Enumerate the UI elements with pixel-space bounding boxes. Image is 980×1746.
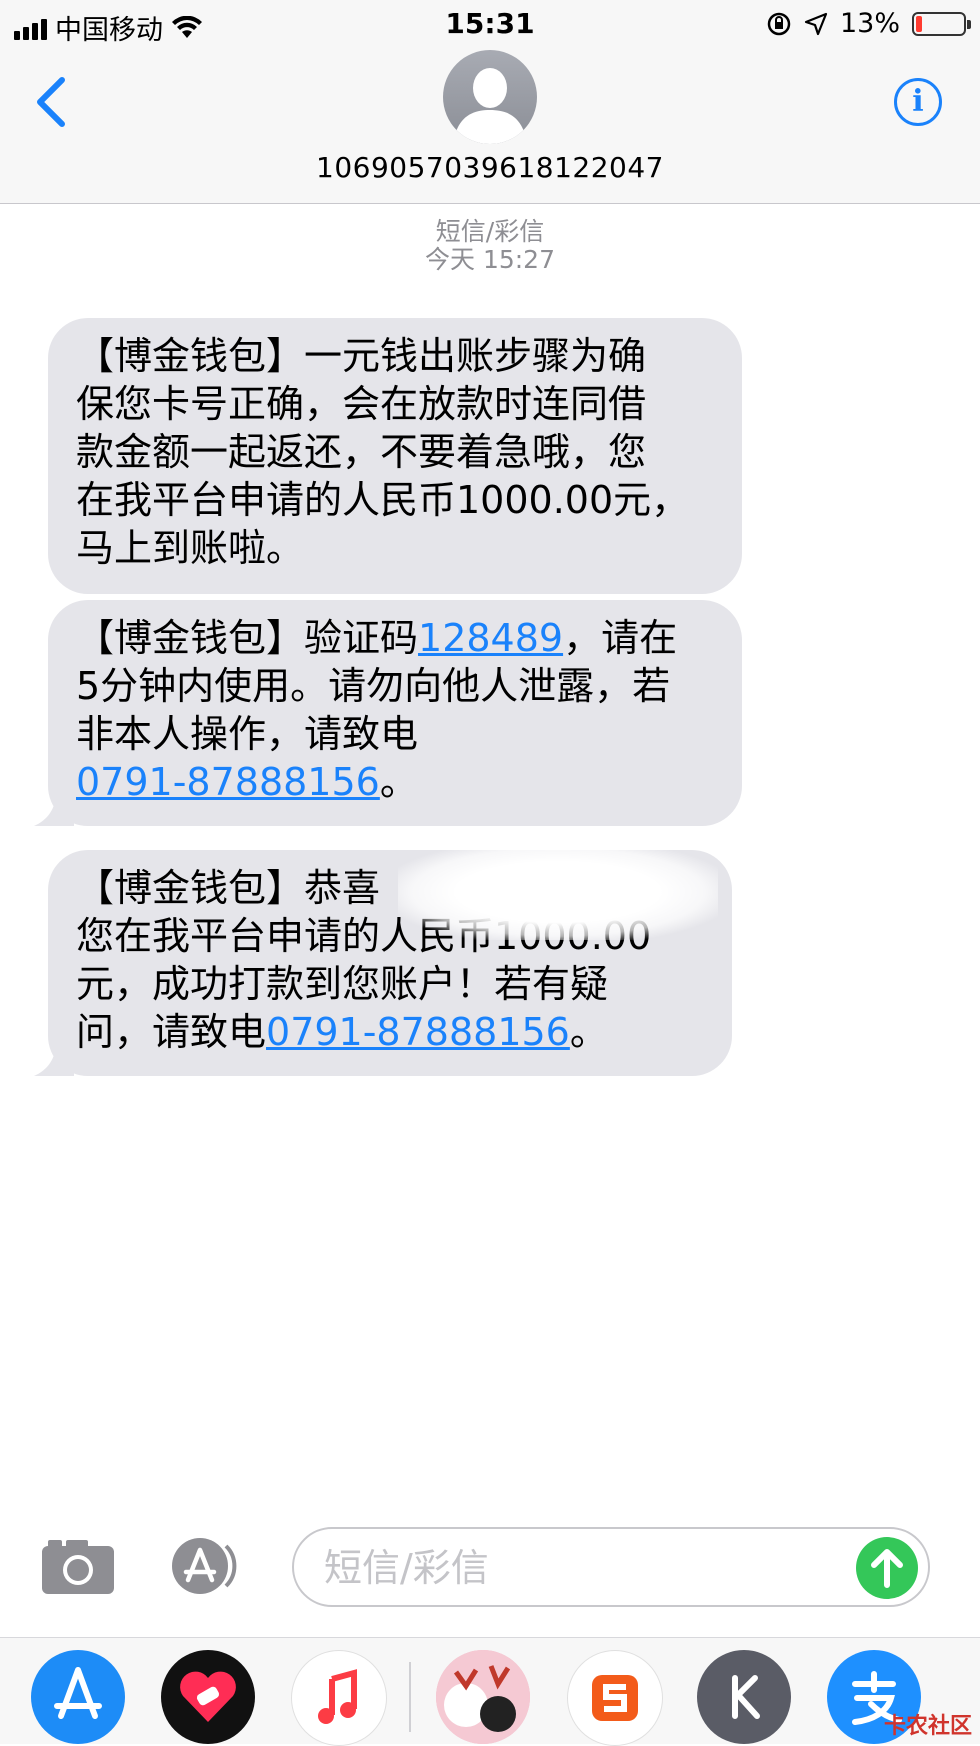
sticker-app-icon[interactable] bbox=[436, 1650, 530, 1744]
status-bar: 中国移动 15:31 13% bbox=[0, 0, 980, 50]
message-bubble[interactable]: 【博金钱包】恭喜 您在我平台申请的人民币1000.00 元，成功打款到您账户！若… bbox=[34, 844, 732, 1076]
conversation-header: 1069057039618122047 i bbox=[0, 50, 980, 204]
arrow-up-icon bbox=[871, 1549, 903, 1588]
contact-avatar[interactable] bbox=[443, 50, 537, 144]
heart-glyph bbox=[180, 1671, 236, 1722]
message-bubble[interactable]: 【博金钱包】一元钱出账步骤为确 保您卡号正确，会在放款时连同借 款金额一起返还，… bbox=[48, 318, 742, 594]
message-line: 保您卡号正确，会在放款时连同借 bbox=[76, 382, 647, 426]
bubble-tail bbox=[34, 792, 74, 826]
battery-level bbox=[916, 15, 922, 32]
message-text: 问，请致电 bbox=[76, 1010, 267, 1054]
sogou-s-glyph bbox=[592, 1675, 638, 1721]
message-input[interactable] bbox=[322, 1543, 826, 1593]
message-line: 【博金钱包】一元钱出账步骤为确 bbox=[76, 334, 647, 378]
sogou-icon[interactable] bbox=[567, 1650, 663, 1746]
app-store-glyph bbox=[54, 1667, 102, 1719]
camera-icon[interactable] bbox=[38, 1536, 118, 1596]
thread-timestamp: 今天 15:27 bbox=[425, 245, 555, 274]
message-text: ，请在 bbox=[563, 616, 678, 660]
message-text: 【博金钱包】验证码 bbox=[76, 616, 419, 660]
message-text: 。 bbox=[379, 760, 418, 804]
message-line: 非本人操作，请致电 bbox=[76, 712, 419, 756]
status-right: 13% bbox=[766, 8, 971, 39]
k-app-icon[interactable] bbox=[697, 1650, 791, 1744]
message-line: 元，成功打款到您账户！若有疑 bbox=[76, 962, 609, 1006]
dock-divider bbox=[409, 1662, 411, 1732]
message-line: 问，请致电0791-87888156。 bbox=[76, 1008, 704, 1056]
battery-percent: 13% bbox=[839, 8, 900, 39]
music-note-glyph bbox=[318, 1669, 357, 1724]
message-line: 5分钟内使用。请勿向他人泄露，若 bbox=[76, 664, 671, 708]
message-line: 款金额一起返还，不要着急哦，您 bbox=[76, 430, 647, 474]
verification-code-link[interactable]: 128489 bbox=[418, 616, 563, 660]
message-text: 。 bbox=[569, 1010, 608, 1054]
back-chevron-icon[interactable] bbox=[24, 72, 84, 132]
message-line: 0791-87888156。 bbox=[76, 758, 714, 806]
redaction-blur bbox=[398, 844, 718, 940]
bubble-tail bbox=[34, 1042, 74, 1076]
app-store-icon[interactable] bbox=[31, 1650, 125, 1744]
letter-k-glyph bbox=[732, 1675, 760, 1719]
send-button[interactable] bbox=[856, 1537, 918, 1599]
imessage-app-drawer: 卡农社区 bbox=[0, 1637, 980, 1746]
rotation-lock-icon bbox=[767, 12, 791, 35]
music-icon[interactable] bbox=[291, 1650, 387, 1746]
watermark: 卡农社区 bbox=[883, 1714, 972, 1739]
phone-number-link[interactable]: 0791-87888156 bbox=[266, 1010, 570, 1054]
info-icon[interactable]: i bbox=[894, 78, 942, 126]
message-composer[interactable] bbox=[292, 1527, 930, 1607]
battery-icon bbox=[912, 11, 971, 36]
message-line: 马上到账啦。 bbox=[76, 526, 305, 570]
cartoon-sticker-glyph bbox=[436, 1650, 530, 1744]
person-silhouette-icon bbox=[453, 68, 527, 144]
phone-number-link[interactable]: 0791-87888156 bbox=[76, 760, 380, 804]
heart-app-icon[interactable] bbox=[161, 1650, 255, 1744]
contact-number[interactable]: 1069057039618122047 bbox=[0, 151, 980, 184]
app-store-apps-icon[interactable] bbox=[166, 1536, 246, 1596]
message-line: 在我平台申请的人民币1000.00元， bbox=[76, 478, 690, 522]
message-line: 【博金钱包】验证码128489，请在 bbox=[76, 614, 714, 662]
location-arrow-icon bbox=[804, 12, 828, 35]
message-bubble[interactable]: 【博金钱包】验证码128489，请在 5分钟内使用。请勿向他人泄露，若 非本人操… bbox=[34, 600, 742, 826]
